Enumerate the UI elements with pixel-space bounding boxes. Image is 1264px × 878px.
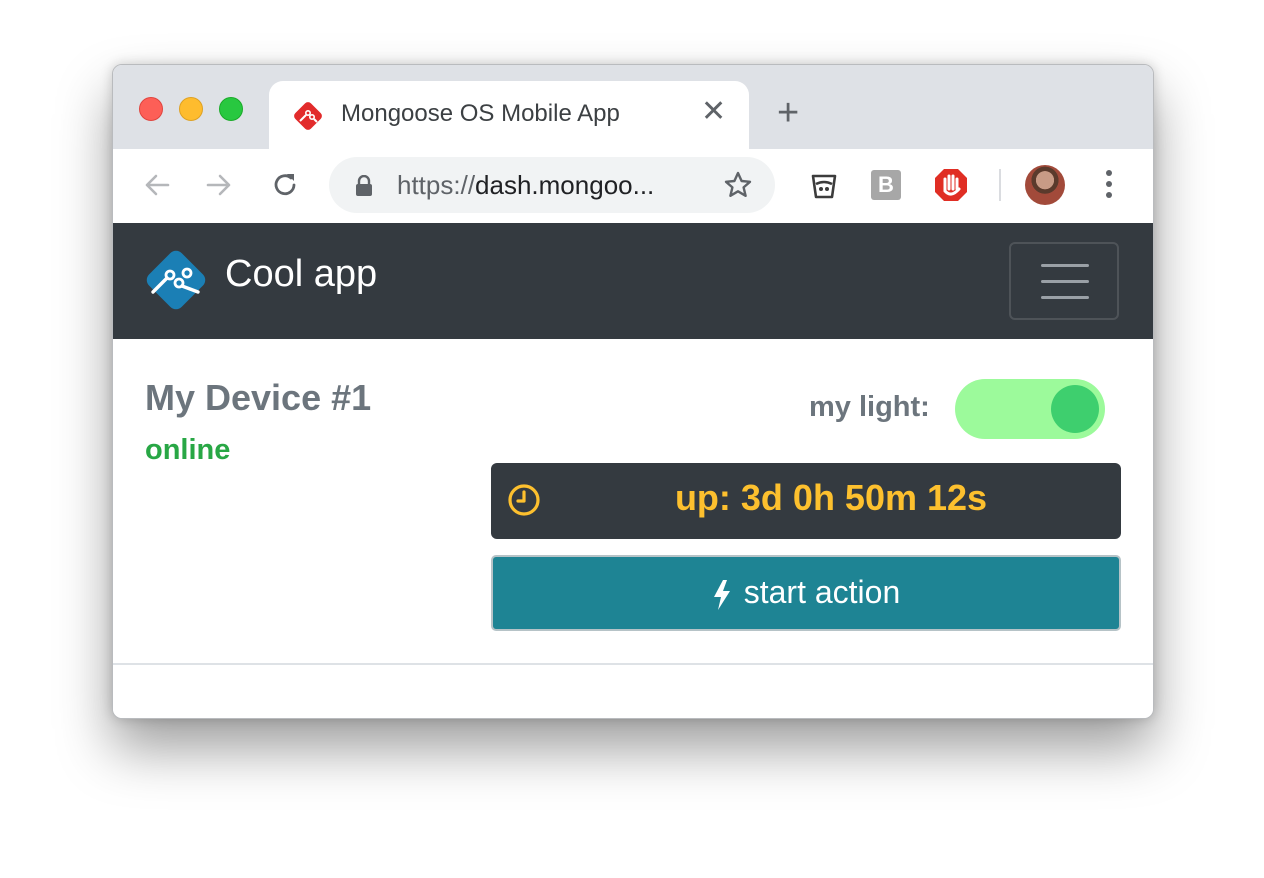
url-scheme: https:// — [397, 170, 476, 200]
start-action-label: start action — [743, 574, 901, 610]
tab-title: Mongoose OS Mobile App — [341, 100, 620, 127]
app-brand[interactable]: Cool app — [225, 253, 377, 296]
address-bar[interactable]: https://dash.mongoo... — [329, 157, 775, 213]
tab-strip: Mongoose OS Mobile App ✕ + — [113, 65, 1153, 149]
close-window-button[interactable] — [139, 97, 163, 121]
light-toggle[interactable] — [955, 379, 1105, 439]
bolt-icon — [713, 579, 730, 610]
url-text: https://dash.mongoo... — [397, 170, 654, 201]
light-label: my light: — [809, 391, 930, 423]
more-menu-icon[interactable] — [1105, 169, 1113, 199]
adblock-extension-icon[interactable] — [933, 167, 969, 203]
page-content: Cool app My Device #1 online my light: u… — [113, 223, 1153, 718]
toggle-knob — [1051, 385, 1099, 433]
browser-toolbar: https://dash.mongoo... B — [113, 149, 1153, 224]
divider — [113, 663, 1153, 665]
url-host: dash.mongoo... — [475, 170, 655, 200]
hamburger-line — [1041, 264, 1089, 267]
b-extension-icon[interactable]: B — [871, 170, 901, 200]
toolbar-divider — [999, 169, 1001, 201]
star-icon[interactable] — [723, 170, 753, 200]
app-navbar: Cool app — [113, 223, 1153, 339]
menu-toggle-button[interactable] — [1009, 242, 1119, 320]
new-tab-button[interactable]: + — [777, 93, 799, 133]
bucket-extension-icon[interactable] — [809, 169, 839, 201]
reload-icon[interactable] — [269, 169, 301, 201]
avatar[interactable] — [1025, 165, 1065, 205]
start-action-button[interactable]: start action — [491, 555, 1121, 631]
browser-window: Mongoose OS Mobile App ✕ + https://dash.… — [112, 64, 1154, 719]
hamburger-line — [1041, 280, 1089, 283]
device-status: online — [145, 434, 231, 466]
uptime-banner: up: 3d 0h 50m 12s — [491, 463, 1121, 539]
mongoose-logo-icon[interactable] — [143, 247, 209, 313]
tab-close-icon[interactable]: ✕ — [701, 97, 726, 127]
hamburger-line — [1041, 296, 1089, 299]
mongoose-favicon-icon — [294, 102, 322, 130]
device-name: My Device #1 — [145, 377, 372, 418]
lock-icon[interactable] — [355, 175, 373, 197]
device-panel: My Device #1 online my light: up: 3d 0h … — [113, 339, 1153, 718]
forward-arrow-icon[interactable] — [203, 169, 235, 201]
back-arrow-icon[interactable] — [141, 169, 173, 201]
minimize-window-button[interactable] — [179, 97, 203, 121]
uptime-text: up: 3d 0h 50m 12s — [674, 477, 988, 518]
zoom-window-button[interactable] — [219, 97, 243, 121]
tab-mongoose[interactable]: Mongoose OS Mobile App ✕ — [269, 81, 749, 149]
